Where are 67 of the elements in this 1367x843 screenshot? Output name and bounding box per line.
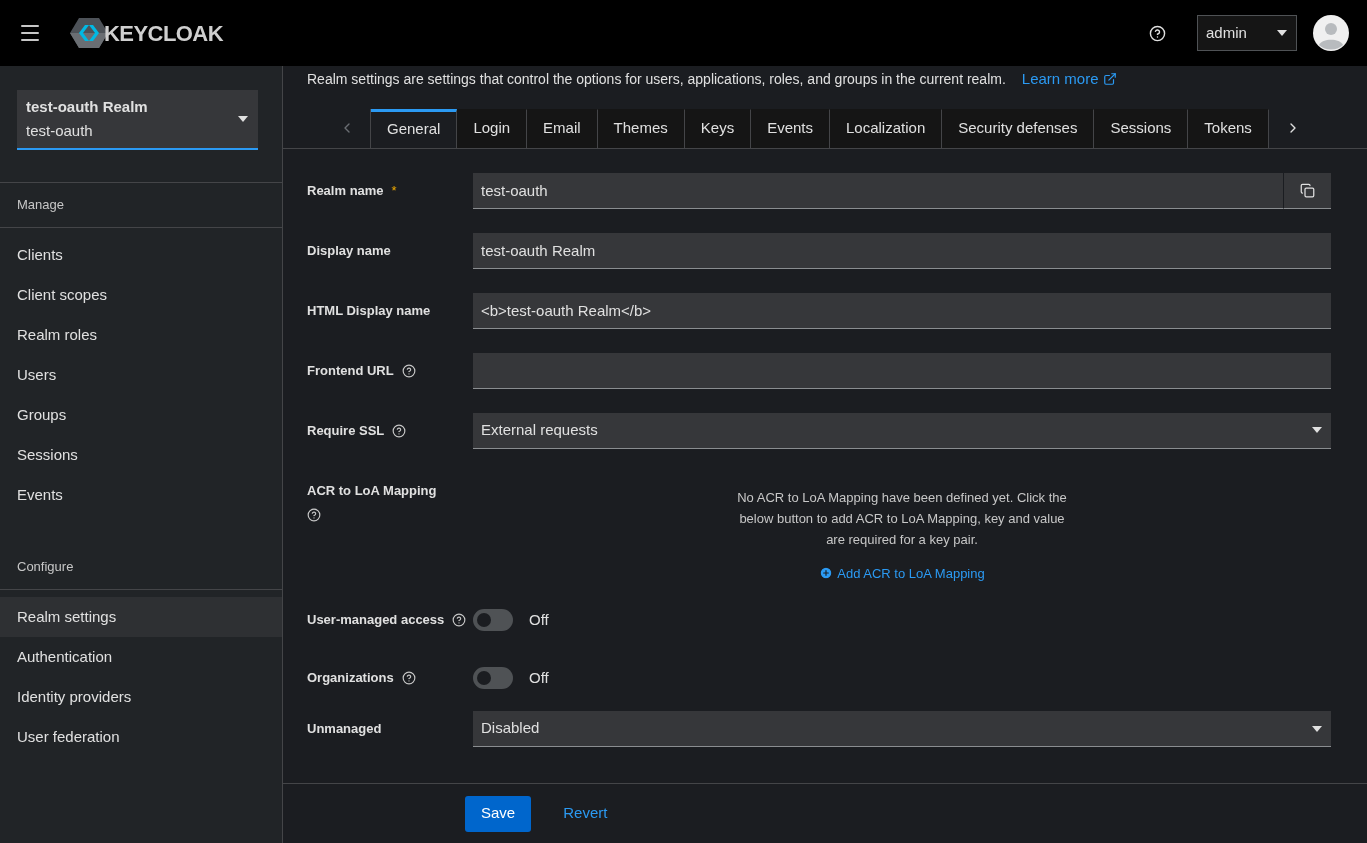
user-dropdown[interactable]: admin xyxy=(1197,15,1297,51)
empty-state-text: No ACR to LoA Mapping have been defined yet. Click the below button to add ACR to LoA Mapping, key and value are required for a key pair. xyxy=(736,488,1068,549)
revert-button[interactable]: Revert xyxy=(547,795,624,832)
nav-item[interactable]: Events xyxy=(0,475,282,515)
nav-item[interactable]: Identity providers xyxy=(0,677,282,717)
help-icon[interactable] xyxy=(401,671,416,685)
field-label: Unmanaged xyxy=(307,720,382,739)
avatar-icon[interactable] xyxy=(1313,15,1349,51)
caret-icon xyxy=(1276,29,1288,37)
tab[interactable]: Login xyxy=(457,108,528,148)
field-label: Organizations xyxy=(307,669,394,688)
text-field[interactable]: <b>test-oauth Realm</b> xyxy=(473,292,1331,329)
toggle-switch[interactable] xyxy=(473,609,513,631)
help-icon[interactable] xyxy=(401,363,416,378)
plus-icon xyxy=(819,566,834,581)
realm-selector[interactable]: test-oauth Realm test-oauth xyxy=(17,90,258,150)
field-label: Frontend URL xyxy=(307,361,394,380)
field-label: Require SSL xyxy=(307,421,385,440)
learn-more-link[interactable]: Learn more xyxy=(1021,68,1117,91)
required-mark: * xyxy=(391,181,397,200)
tab[interactable]: Email xyxy=(527,108,598,148)
logo-text: KEYCLOAK xyxy=(104,19,224,48)
caret-icon xyxy=(237,115,249,123)
nav-item[interactable]: Clients xyxy=(0,235,282,275)
tab[interactable]: Themes xyxy=(597,108,685,148)
field-label: ACR to LoA Mapping xyxy=(307,481,438,500)
tab[interactable]: Security defenses xyxy=(942,108,1095,148)
select-field[interactable]: Disabled xyxy=(473,711,1331,747)
caret-icon xyxy=(1311,426,1323,434)
switch-state-text: Off xyxy=(529,667,549,688)
text-field[interactable]: test-oauth xyxy=(473,172,1283,209)
text-field[interactable]: test-oauth Realm xyxy=(473,232,1331,269)
tab[interactable]: Keys xyxy=(684,108,752,148)
copy-icon xyxy=(1300,182,1315,198)
field-label: User-managed access xyxy=(307,611,445,630)
field-label: Display name xyxy=(307,241,391,260)
text-field[interactable] xyxy=(473,352,1331,389)
tab[interactable]: General xyxy=(371,108,458,148)
add-mapping-link[interactable]: Add ACR to LoA Mapping xyxy=(819,563,985,583)
select-field[interactable]: External requests xyxy=(473,412,1331,449)
help-icon[interactable] xyxy=(392,423,407,438)
external-link-icon xyxy=(1102,72,1117,87)
copy-button[interactable] xyxy=(1283,172,1331,209)
help-icon[interactable] xyxy=(307,508,321,522)
help-icon[interactable] xyxy=(1149,24,1166,42)
field-label: Realm name xyxy=(307,181,384,200)
nav-section-title: Manage xyxy=(17,196,64,215)
description-text: Realm settings are settings that control the options for users, applications, roles, and groups in the current realm. xyxy=(307,69,1006,89)
nav-item[interactable]: Groups xyxy=(0,395,282,435)
nav-item[interactable]: Realm roles xyxy=(0,315,282,355)
tab[interactable]: Events xyxy=(751,108,830,148)
switch-state-text: Off xyxy=(529,609,549,630)
save-button[interactable]: Save xyxy=(465,795,532,832)
nav-section-title: Configure xyxy=(17,558,74,577)
tab[interactable]: Sessions xyxy=(1094,108,1189,148)
help-icon[interactable] xyxy=(452,613,467,627)
nav-item[interactable]: Sessions xyxy=(0,435,282,475)
tab[interactable]: Localization xyxy=(830,108,943,148)
nav-item[interactable]: User federation xyxy=(0,717,282,757)
nav-item[interactable]: Realm settings xyxy=(0,597,282,637)
field-label: HTML Display name xyxy=(307,301,431,320)
toggle-switch[interactable] xyxy=(473,667,513,689)
nav-item[interactable]: Users xyxy=(0,355,282,395)
nav-item[interactable]: Authentication xyxy=(0,637,282,677)
caret-icon xyxy=(1311,724,1323,733)
tab[interactable]: Tokens xyxy=(1188,108,1269,148)
nav-item[interactable]: Client scopes xyxy=(0,275,282,315)
